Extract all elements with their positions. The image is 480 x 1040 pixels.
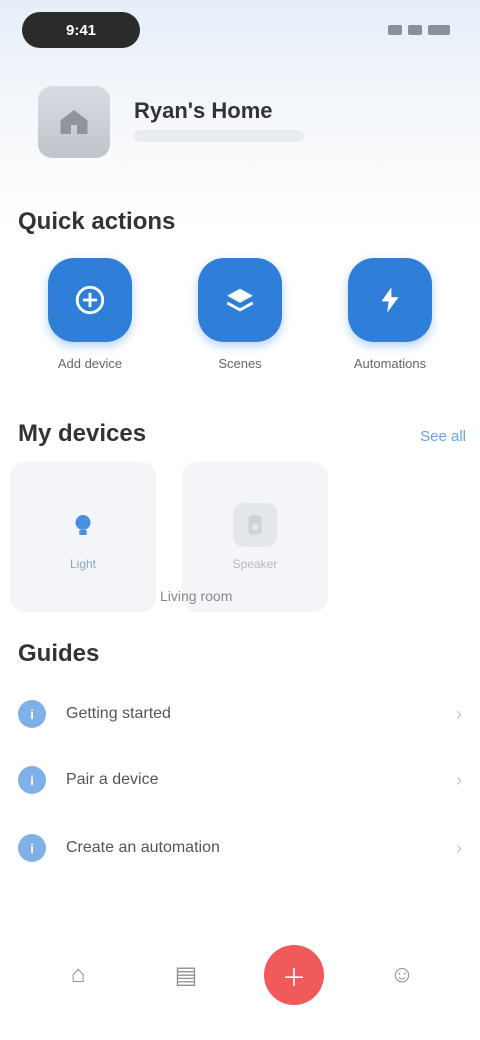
- device-card-label: Light: [69, 557, 97, 571]
- layers-icon: [226, 288, 254, 312]
- devices-room-caption: Living room: [160, 588, 233, 604]
- nav-add[interactable]: ＋: [264, 945, 324, 1005]
- automations-button[interactable]: [348, 258, 432, 342]
- quick-action-label: Scenes: [218, 356, 262, 371]
- wifi-icon: [408, 25, 422, 35]
- bulb-icon: [61, 503, 105, 547]
- see-all-link[interactable]: See all: [420, 428, 466, 445]
- quick-action-label: Automations: [353, 356, 427, 371]
- guide-label: Create an automation: [66, 839, 220, 856]
- battery-icon: [428, 25, 450, 35]
- nav-home[interactable]: ⌂: [48, 945, 108, 1005]
- guide-row[interactable]: i Create an automation ›: [18, 822, 462, 874]
- chevron-right-icon: ›: [456, 837, 462, 858]
- info-icon: i: [18, 766, 46, 794]
- bottom-nav: ⌂ ▤ ＋ ☺: [0, 940, 480, 1010]
- guide-label: Getting started: [66, 705, 171, 722]
- nav-profile[interactable]: ☺: [372, 945, 432, 1005]
- guide-row[interactable]: i Getting started ›: [18, 688, 462, 740]
- info-icon: i: [18, 834, 46, 862]
- nav-devices[interactable]: ▤: [156, 945, 216, 1005]
- status-indicators: [360, 18, 450, 42]
- chevron-right-icon: ›: [456, 703, 462, 724]
- chevron-right-icon: ›: [456, 769, 462, 790]
- quick-actions-title: Quick actions: [18, 208, 176, 235]
- signal-icon: [388, 25, 402, 35]
- add-icon: ＋: [282, 964, 306, 992]
- guides-title: Guides: [18, 640, 100, 667]
- home-name[interactable]: Ryan's Home: [134, 98, 273, 124]
- devices-title: My devices: [18, 420, 147, 447]
- status-time: 9:41: [22, 12, 140, 48]
- home-icon: ⌂: [70, 961, 86, 988]
- info-icon: i: [18, 700, 46, 728]
- quick-action-scenes[interactable]: Scenes: [190, 258, 290, 371]
- device-card-light[interactable]: Light: [10, 462, 156, 612]
- guide-label: Pair a device: [66, 771, 159, 788]
- scenes-button[interactable]: [198, 258, 282, 342]
- home-subtitle-placeholder: [134, 130, 304, 142]
- speaker-icon: [233, 503, 277, 547]
- profile-icon: ☺: [389, 961, 415, 988]
- flash-icon: [381, 287, 399, 313]
- plus-icon: [75, 285, 105, 315]
- avatar[interactable]: [38, 86, 110, 158]
- quick-action-automations[interactable]: Automations: [340, 258, 440, 371]
- guide-row[interactable]: i Pair a device ›: [18, 754, 462, 806]
- devices-icon: ▤: [174, 961, 198, 989]
- quick-action-add-device[interactable]: Add device: [40, 258, 140, 371]
- quick-action-label: Add device: [57, 356, 123, 371]
- device-card-label: Speaker: [232, 557, 278, 571]
- home-icon: [60, 110, 88, 134]
- add-device-button[interactable]: [48, 258, 132, 342]
